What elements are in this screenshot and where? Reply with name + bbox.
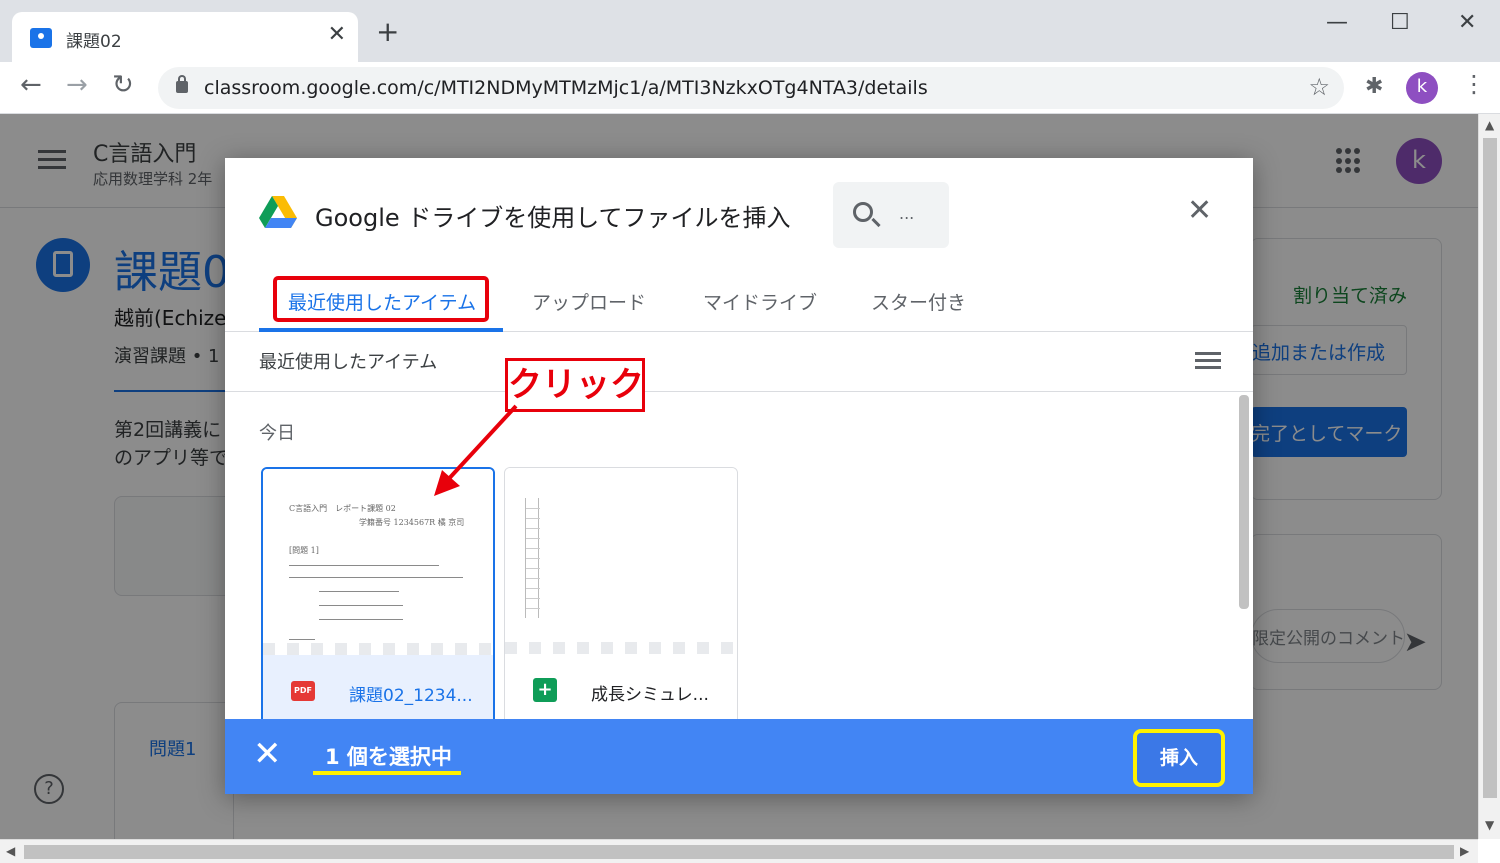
extensions-icon[interactable]: ✱	[1365, 74, 1383, 99]
handwriting-line	[319, 619, 403, 620]
search-placeholder: ...	[899, 204, 915, 223]
dialog-close-icon[interactable]: ✕	[1187, 196, 1212, 226]
browser-menu-icon[interactable]: ⋮	[1462, 70, 1486, 98]
thumbnail-edge	[505, 642, 737, 654]
lock-icon	[176, 75, 188, 93]
handwriting-line	[319, 605, 403, 606]
scroll-left-icon[interactable]: ◀	[6, 844, 15, 858]
tab-my-drive[interactable]: マイドライブ	[703, 288, 817, 315]
browser-tabstrip: 課題02 ✕ + — ☐ ✕	[0, 0, 1500, 62]
date-group-label: 今日	[259, 423, 295, 444]
thumbnail-edge	[263, 643, 493, 655]
section-title: 最近使用したアイテム	[259, 352, 438, 373]
file-thumbnail	[505, 468, 737, 654]
forward-button[interactable]: →	[66, 70, 88, 100]
new-tab-button[interactable]: +	[376, 18, 399, 46]
list-view-icon[interactable]	[1195, 352, 1221, 372]
file-footer: PDF 課題02_1234...	[263, 655, 493, 725]
pdf-icon: PDF	[291, 681, 315, 701]
selected-count: 1 個を選択中	[325, 745, 452, 769]
window-maximize-button[interactable]: ☐	[1390, 10, 1410, 35]
horizontal-scrollbar[interactable]: ◀ ▶	[0, 839, 1478, 863]
insert-button[interactable]: 挿入	[1133, 729, 1225, 787]
tab-upload[interactable]: アップロード	[532, 288, 646, 315]
google-sheets-icon: +	[533, 678, 557, 702]
browser-toolbar: ← → ↻ classroom.google.com/c/MTI2NDMyMTM…	[0, 62, 1500, 114]
window-close-button[interactable]: ✕	[1458, 10, 1476, 35]
file-footer: + 成長シミュレ...	[505, 654, 737, 726]
selected-count-highlight-annotation	[313, 771, 461, 775]
annotation-arrow-icon	[434, 404, 518, 496]
tab-close-icon[interactable]: ✕	[328, 22, 346, 47]
preview-header: C言語入門 レポート課題 02	[289, 504, 396, 513]
file-name: 成長シミュレ...	[591, 685, 709, 705]
address-bar[interactable]: classroom.google.com/c/MTI2NDMyMTMzMjc1/…	[158, 67, 1344, 109]
bookmark-star-icon[interactable]: ☆	[1308, 73, 1330, 101]
handwriting-line	[289, 565, 439, 566]
file-card-sheet[interactable]: + 成長シミュレ...	[504, 467, 738, 727]
handwriting-line	[289, 577, 463, 578]
handwriting-line	[289, 639, 315, 640]
selection-action-bar: ✕ 1 個を選択中 挿入	[225, 719, 1253, 794]
drive-search-box[interactable]: ...	[833, 182, 949, 248]
url-text[interactable]: classroom.google.com/c/MTI2NDMyMTMzMjc1/…	[204, 77, 928, 99]
handwriting-line	[319, 591, 399, 592]
classroom-favicon-icon	[30, 28, 52, 48]
file-grid: 今日 C言語入門 レポート課題 02 学籍番号 1234567R 橘 京司 [問…	[225, 393, 1253, 727]
window-minimize-button[interactable]: —	[1326, 10, 1348, 35]
horizontal-scroll-thumb[interactable]	[24, 845, 1454, 859]
tab-highlight-annotation	[273, 276, 489, 322]
profile-avatar[interactable]: k	[1406, 72, 1438, 104]
dialog-scrollbar[interactable]	[1239, 395, 1249, 609]
deselect-close-icon[interactable]: ✕	[253, 737, 282, 771]
search-icon[interactable]	[853, 202, 873, 222]
preview-problem: [問題 1]	[289, 546, 319, 555]
tab-starred[interactable]: スター付き	[871, 288, 966, 315]
vertical-scroll-thumb[interactable]	[1483, 138, 1497, 798]
file-name: 課題02_1234...	[349, 686, 473, 706]
picker-tabs: 最近使用したアイテム アップロード マイドライブ スター付き	[225, 270, 1253, 332]
reload-button[interactable]: ↻	[112, 70, 134, 100]
google-drive-logo-icon	[259, 196, 297, 228]
scroll-up-icon[interactable]: ▲	[1485, 118, 1494, 132]
vertical-scrollbar[interactable]: ▲ ▼	[1478, 114, 1500, 839]
scroll-down-icon[interactable]: ▼	[1485, 818, 1494, 832]
tab-title: 課題02	[66, 32, 122, 52]
browser-tab[interactable]: 課題02 ✕	[12, 12, 358, 62]
preview-student: 学籍番号 1234567R 橘 京司	[359, 518, 465, 527]
spreadsheet-preview	[525, 498, 540, 618]
drive-picker-dialog: Google ドライブを使用してファイルを挿入 ... ✕ 最近使用したアイテム…	[225, 158, 1253, 794]
back-button[interactable]: ←	[20, 70, 42, 100]
section-header: 最近使用したアイテム	[225, 332, 1253, 392]
dialog-title: Google ドライブを使用してファイルを挿入	[315, 204, 791, 232]
scroll-right-icon[interactable]: ▶	[1460, 844, 1469, 858]
